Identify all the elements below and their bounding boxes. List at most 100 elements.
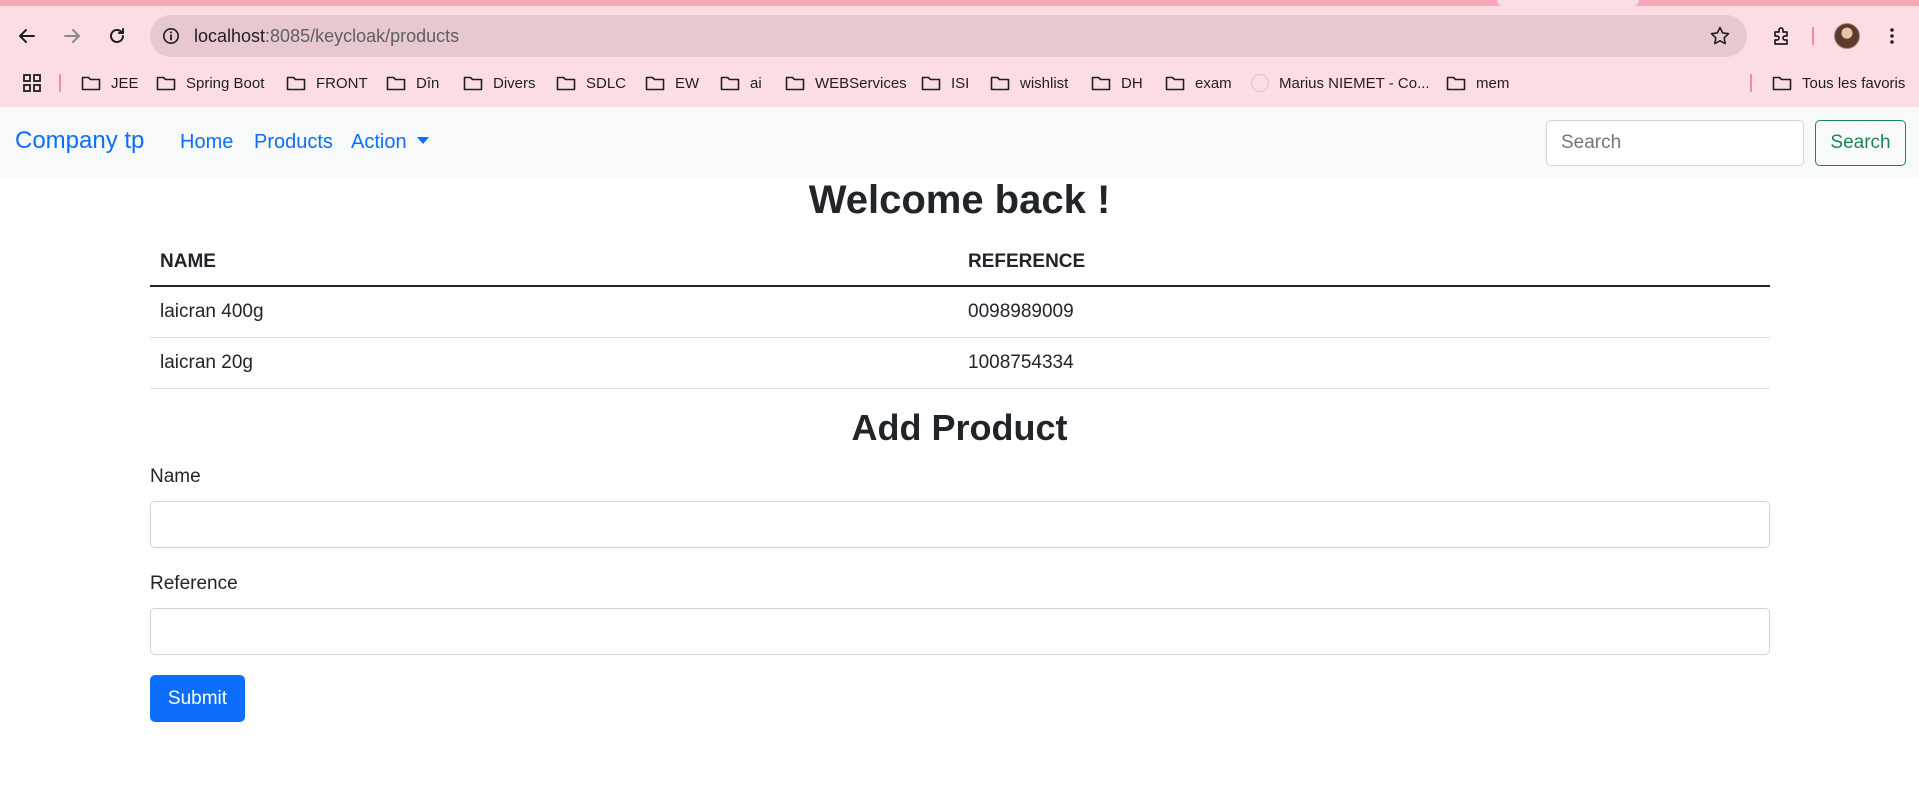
site-info-icon[interactable] xyxy=(160,25,182,47)
url-host: localhost xyxy=(194,25,266,46)
bookmark-folder[interactable]: JEE xyxy=(81,68,139,98)
arrow-right-icon xyxy=(64,29,80,43)
bookmark-folder[interactable]: WEBServices xyxy=(785,68,907,98)
bookmark-label: ai xyxy=(750,74,762,92)
folder-icon xyxy=(990,76,1010,91)
search-input[interactable] xyxy=(1546,120,1804,166)
bookmark-label: wishlist xyxy=(1020,74,1069,92)
bookmark-label: mem xyxy=(1476,74,1510,92)
column-header-name: NAME xyxy=(150,240,958,287)
all-bookmarks-button[interactable]: Tous les favoris xyxy=(1772,68,1905,98)
bookmark-label: Spring Boot xyxy=(186,74,265,92)
url-text[interactable]: localhost:8085/keycloak/products xyxy=(194,26,459,47)
url-path: :8085/keycloak/products xyxy=(265,25,460,46)
bookmark-folder[interactable]: Dîn xyxy=(386,68,439,98)
browser-chrome: localhost:8085/keycloak/products JEE Spr… xyxy=(0,0,1919,107)
bookmark-label: DH xyxy=(1121,74,1143,92)
bookmark-folder[interactable]: ISI xyxy=(921,68,969,98)
folder-icon xyxy=(81,76,101,91)
reference-label: Reference xyxy=(150,573,238,594)
cell-reference: 0098989009 xyxy=(958,286,1770,338)
bookmark-folder[interactable]: mem xyxy=(1446,68,1509,98)
globe-icon xyxy=(1251,74,1269,92)
bookmark-folder[interactable]: Divers xyxy=(463,68,536,98)
bookmark-label: WEBServices xyxy=(815,74,907,92)
form-title: Add Product xyxy=(851,407,1068,448)
bookmarks-divider xyxy=(59,74,61,92)
products-table: NAME REFERENCE laicran 400g 0098989009 l… xyxy=(150,240,1770,389)
bookmark-label: ISI xyxy=(951,74,970,92)
name-field[interactable] xyxy=(150,501,1770,548)
active-tab[interactable] xyxy=(1497,0,1639,6)
page-title: Welcome back ! xyxy=(808,178,1111,222)
browser-menu-button[interactable] xyxy=(1874,18,1910,54)
search-button[interactable]: Search xyxy=(1815,120,1906,166)
arrow-left-icon xyxy=(19,29,35,43)
name-label: Name xyxy=(150,466,201,487)
nav-link-home[interactable]: Home xyxy=(180,131,233,154)
cell-name: laicran 20g xyxy=(150,337,958,389)
reference-field[interactable] xyxy=(150,608,1770,655)
tab-strip xyxy=(0,0,1919,6)
extensions-button[interactable] xyxy=(1764,18,1800,54)
bookmark-folder[interactable]: DH xyxy=(1091,68,1143,98)
table-header-row: NAME REFERENCE xyxy=(150,240,1770,287)
folder-icon xyxy=(1091,76,1111,91)
bookmark-label: Dîn xyxy=(416,74,440,92)
bookmark-folder[interactable]: Spring Boot xyxy=(156,68,264,98)
bookmark-folder[interactable]: wishlist xyxy=(990,68,1068,98)
table-row: laicran 20g 1008754334 xyxy=(150,337,1770,389)
bookmark-folder[interactable]: SDLC xyxy=(556,68,626,98)
bookmark-folder[interactable]: EW xyxy=(645,68,699,98)
folder-icon xyxy=(1165,76,1185,91)
folder-icon xyxy=(1446,76,1466,91)
folder-icon xyxy=(386,76,406,91)
reload-button[interactable] xyxy=(99,18,135,54)
folder-icon xyxy=(785,76,805,91)
bookmark-label: exam xyxy=(1195,74,1232,92)
caret-down-icon xyxy=(416,137,429,144)
table-row: laicran 400g 0098989009 xyxy=(150,286,1770,338)
bookmark-folder[interactable]: exam xyxy=(1165,68,1232,98)
folder-icon xyxy=(286,76,306,91)
folder-icon xyxy=(556,76,576,91)
bookmark-label: JEE xyxy=(111,74,139,92)
reload-icon xyxy=(110,28,124,43)
bookmark-link[interactable]: Marius NIEMET - Co... xyxy=(1251,68,1430,98)
folder-icon xyxy=(1772,76,1792,91)
profile-button[interactable] xyxy=(1829,18,1865,54)
bookmark-folder[interactable]: ai xyxy=(720,68,762,98)
back-button[interactable] xyxy=(9,18,45,54)
nav-link-products[interactable]: Products xyxy=(254,131,333,154)
forward-button[interactable] xyxy=(54,18,90,54)
avatar xyxy=(1834,23,1860,49)
apps-grid-icon xyxy=(23,74,41,92)
folder-icon xyxy=(720,76,740,91)
column-header-reference: REFERENCE xyxy=(958,240,1770,287)
navbar-brand[interactable]: Company tp xyxy=(15,127,144,155)
folder-icon xyxy=(463,76,483,91)
toolbar-divider xyxy=(1812,27,1814,45)
folder-icon xyxy=(645,76,665,91)
bookmark-star-icon[interactable] xyxy=(1709,25,1731,47)
navbar: Company tp Home Products Action Search xyxy=(0,107,1919,177)
folder-icon xyxy=(156,76,176,91)
all-bookmarks-label: Tous les favoris xyxy=(1802,74,1906,92)
cell-name: laicran 400g xyxy=(150,286,958,338)
submit-button[interactable]: Submit xyxy=(150,675,245,722)
bookmark-label: EW xyxy=(675,74,700,92)
puzzle-icon xyxy=(1774,27,1788,45)
bookmark-label: FRONT xyxy=(316,74,368,92)
address-bar[interactable]: localhost:8085/keycloak/products xyxy=(150,15,1747,57)
more-vertical-icon xyxy=(1890,28,1894,44)
bookmark-folder[interactable]: FRONT xyxy=(286,68,368,98)
nav-dropdown-action[interactable]: Action xyxy=(351,131,429,154)
bookmarks-divider xyxy=(1750,74,1752,92)
bookmark-label: Marius NIEMET - Co... xyxy=(1279,74,1430,92)
apps-button[interactable] xyxy=(22,68,52,98)
bookmark-label: SDLC xyxy=(586,74,627,92)
folder-icon xyxy=(921,76,941,91)
bookmarks-bar: JEE Spring Boot FRONT Dîn Divers SDLC EW… xyxy=(0,68,1919,98)
cell-reference: 1008754334 xyxy=(958,337,1770,389)
browser-toolbar: localhost:8085/keycloak/products xyxy=(0,14,1919,58)
